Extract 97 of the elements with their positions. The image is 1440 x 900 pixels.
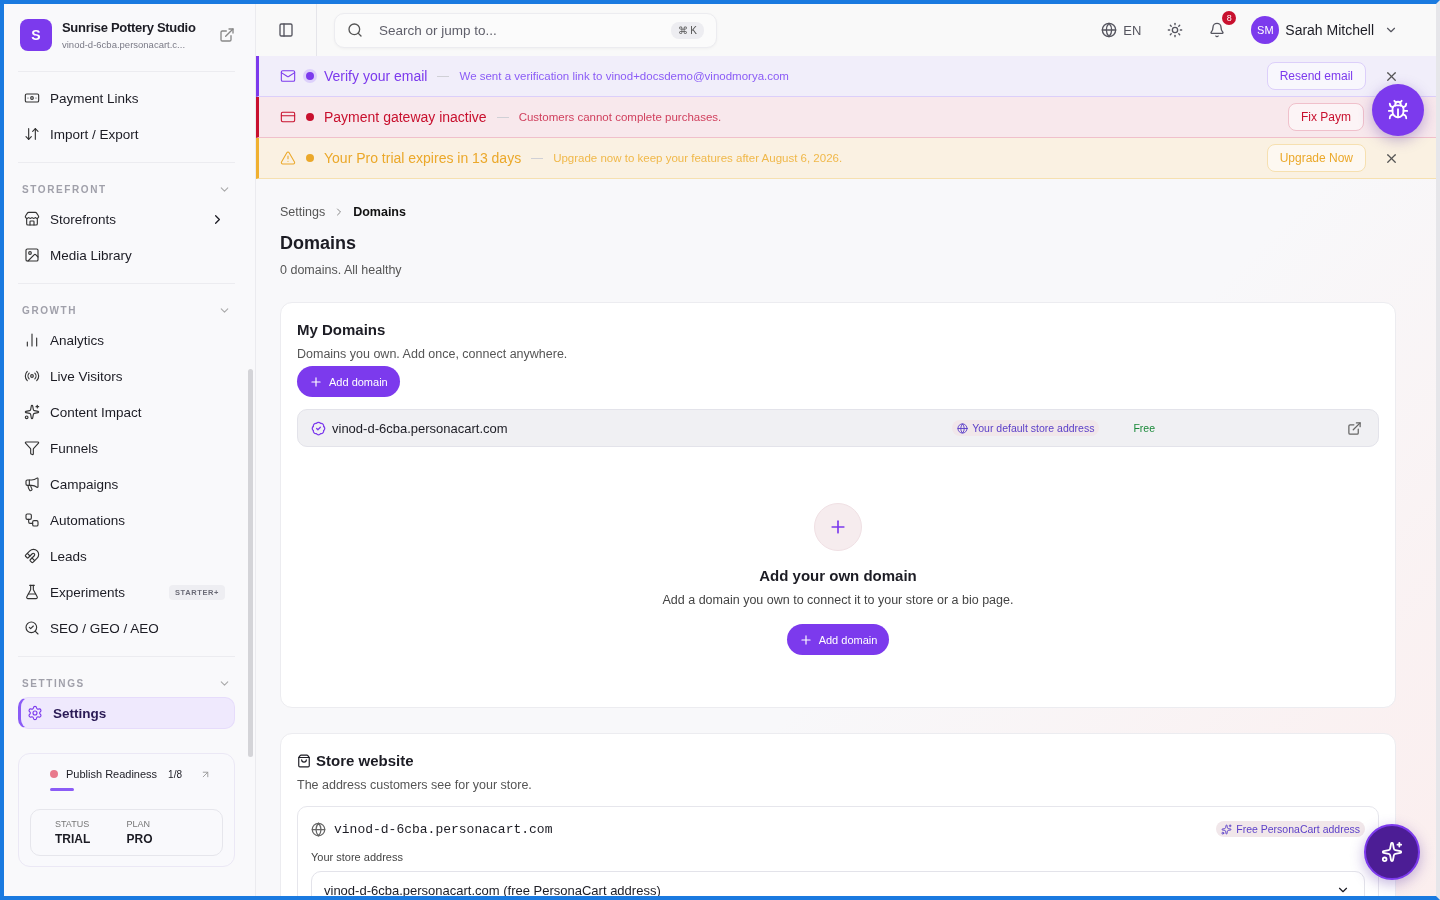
mail-icon xyxy=(280,68,296,84)
store-name: Sunrise Pottery Studio xyxy=(62,20,197,35)
workflow-icon xyxy=(24,512,40,528)
status-value: TRIAL xyxy=(55,832,92,846)
sidebar-item[interactable]: Campaigns xyxy=(18,466,235,502)
section-title: STOREFRONT xyxy=(22,183,107,195)
sidebar-item[interactable]: Settings xyxy=(18,697,235,729)
globe-icon xyxy=(1101,22,1118,38)
language-button[interactable]: EN xyxy=(1101,22,1142,38)
field-label: Your store address xyxy=(311,851,404,863)
sidebar-item[interactable]: Media Library xyxy=(18,237,235,273)
external-link-icon[interactable] xyxy=(219,27,235,43)
flask-icon xyxy=(24,584,40,600)
user-menu[interactable]: SM Sarah Mitchell xyxy=(1251,16,1398,44)
sidebar-item[interactable]: SEO / GEO / AEO xyxy=(18,610,235,646)
sidebar-item[interactable]: Import / Export xyxy=(18,116,235,152)
sidebar-item[interactable]: Leads xyxy=(18,538,235,574)
sidebar-toggle-icon[interactable] xyxy=(278,22,294,38)
plus-icon xyxy=(309,374,323,389)
status-label: STATUS xyxy=(55,819,91,829)
add-domain-button[interactable]: Add domain xyxy=(786,624,890,655)
status-dot xyxy=(50,770,58,778)
globe-icon xyxy=(957,422,969,434)
sidebar-item[interactable]: Funnels xyxy=(18,430,235,466)
readiness-label: Publish Readiness xyxy=(66,768,159,780)
search-icon xyxy=(347,22,363,38)
theme-toggle-icon[interactable] xyxy=(1167,22,1184,38)
domain-name: vinod-d-6cba.personacart.com xyxy=(332,420,509,436)
sparkles-icon xyxy=(24,404,40,420)
banner-message: Customers cannot complete purchases. xyxy=(518,111,723,123)
notifications-icon[interactable] xyxy=(1209,22,1226,38)
status-dot xyxy=(306,154,314,162)
banner-title: Verify your email xyxy=(324,68,428,84)
sidebar-item[interactable]: Content Impact xyxy=(18,394,235,430)
banner-title: Payment gateway inactive xyxy=(324,109,487,125)
notification-count: 8 xyxy=(1222,11,1237,25)
settings-icon xyxy=(27,705,43,721)
plus-icon xyxy=(798,632,813,647)
sidebar-item[interactable]: Payment Links xyxy=(18,80,235,116)
user-name: Sarah Mitchell xyxy=(1285,22,1374,38)
breadcrumb-link[interactable]: Domains xyxy=(353,205,406,219)
card-title: My Domains xyxy=(297,321,387,338)
sidebar-item[interactable]: Automations xyxy=(18,502,235,538)
bug-icon xyxy=(1387,99,1409,121)
store-icon xyxy=(24,211,40,227)
empty-state-title: Add your own domain xyxy=(759,567,917,584)
page-title: Domains xyxy=(280,233,358,254)
status-dot xyxy=(306,72,314,80)
sparkles-icon xyxy=(1221,823,1233,835)
arrows-up-down-icon xyxy=(24,126,40,142)
section-title: GROWTH xyxy=(22,304,78,316)
sparkles-icon xyxy=(1381,841,1403,863)
user-avatar: SM xyxy=(1251,16,1280,44)
brand-logo: S xyxy=(20,19,52,51)
sidebar-item[interactable]: Live Visitors xyxy=(18,358,235,394)
broadcast-icon xyxy=(24,368,40,384)
default-address-tag: Your default store address xyxy=(952,420,1100,436)
credit-card-icon xyxy=(280,109,296,125)
banknote-icon xyxy=(24,90,40,106)
page-subtitle: 0 domains. All healthy xyxy=(280,263,403,277)
verified-icon xyxy=(311,420,326,436)
image-icon xyxy=(24,247,40,263)
banner-message: We sent a verification link to vinod+docsdemo@vinodmorya.com xyxy=(459,70,790,82)
plus-icon xyxy=(814,503,862,551)
funnel-icon xyxy=(24,440,40,456)
store-url: vinod-d-6cba.personacart.c... xyxy=(62,39,187,50)
card-title: Store website xyxy=(316,752,414,769)
shortcut-hint: ⌘ K xyxy=(670,21,704,39)
search-check-icon xyxy=(24,620,40,636)
card-description: The address customers see for your store. xyxy=(297,778,533,792)
empty-state-message: Add a domain you own to connect it to your store or a bio page. xyxy=(662,593,1014,607)
plan-tag: Free xyxy=(1133,422,1155,434)
readiness-count: 1/8 xyxy=(168,768,182,780)
banner-action-button[interactable]: Fix Paym xyxy=(1288,103,1364,131)
breadcrumb-link[interactable]: Settings xyxy=(280,205,326,219)
banner-message: Upgrade now to keep your features after August 6, 2026. xyxy=(553,152,844,164)
sidebar-item[interactable]: Storefronts xyxy=(18,201,235,237)
megaphone-icon xyxy=(24,476,40,492)
sidebar-item[interactable]: Analytics xyxy=(18,322,235,358)
plan-value: PRO xyxy=(126,832,154,846)
external-link-icon[interactable] xyxy=(1347,420,1362,436)
banner-action-button[interactable]: Resend email xyxy=(1266,62,1366,90)
plan-label: PLAN xyxy=(126,819,151,829)
free-address-tag: Free PersonaCart address xyxy=(1216,821,1365,837)
section-title: SETTINGS xyxy=(22,677,85,689)
bar-chart-icon xyxy=(24,332,40,348)
shopping-bag-icon xyxy=(297,753,311,768)
search-field[interactable]: Search or jump to... ⌘ K xyxy=(334,12,717,48)
add-domain-button[interactable]: Add domain xyxy=(297,366,400,397)
search-input[interactable]: Search or jump to... xyxy=(377,21,657,39)
magnet-icon xyxy=(24,548,40,564)
banner-title: Your Pro trial expires in 13 days xyxy=(324,150,522,166)
globe-icon xyxy=(311,821,326,837)
status-dot xyxy=(306,113,314,121)
warning-icon xyxy=(280,150,296,166)
store-domain: vinod-d-6cba.personacart.com xyxy=(334,821,554,837)
card-description: Domains you own. Add once, connect anywhere. xyxy=(297,347,569,361)
